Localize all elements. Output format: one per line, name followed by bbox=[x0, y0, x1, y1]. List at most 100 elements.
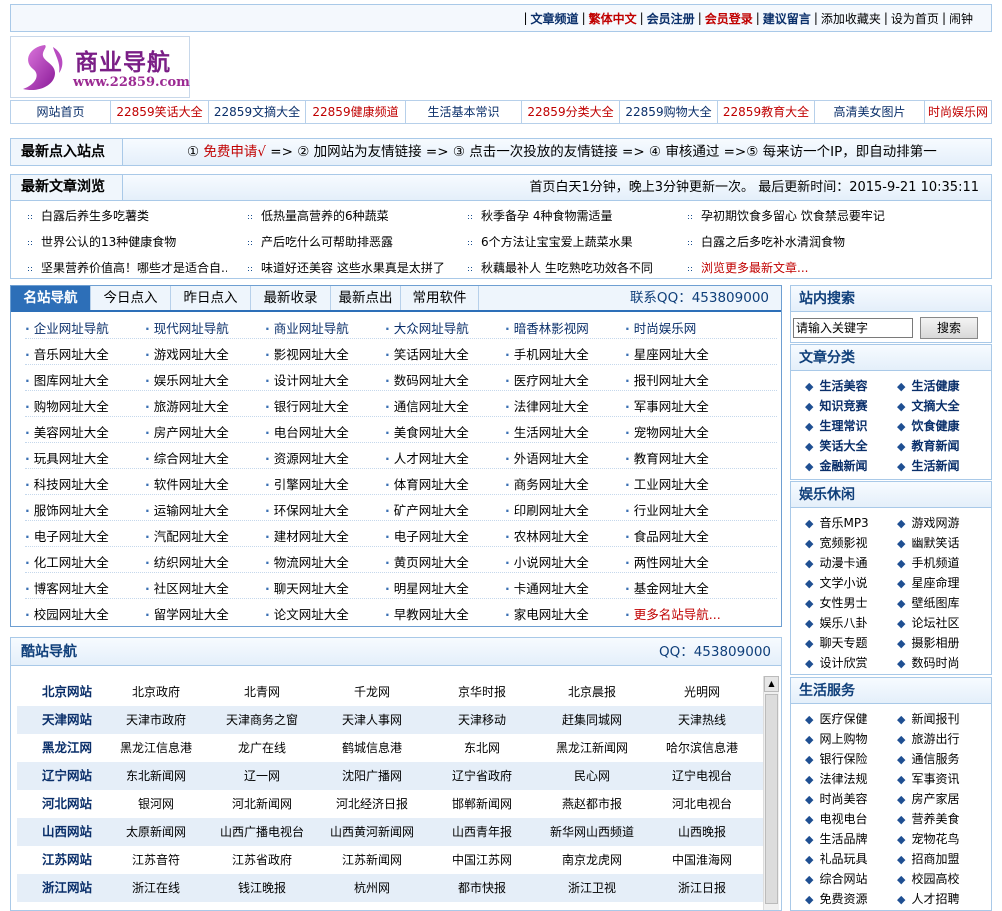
side-link[interactable]: 银行保险 bbox=[805, 750, 867, 767]
site-link[interactable]: 游戏网址大全 bbox=[145, 344, 229, 363]
site-link[interactable]: 现代网址导航 bbox=[145, 318, 229, 337]
side-link[interactable]: 设计欣赏 bbox=[805, 654, 867, 671]
cool-site-link[interactable]: 龙广在线 bbox=[207, 734, 317, 762]
cool-site-link[interactable]: 哈尔滨信息港 bbox=[647, 734, 757, 762]
cool-site-link[interactable]: 天津市政府 bbox=[101, 706, 211, 734]
site-link[interactable]: 美食网址大全 bbox=[385, 422, 469, 441]
side-link[interactable]: 星座命理 bbox=[897, 574, 959, 591]
site-link[interactable]: 房产网址大全 bbox=[145, 422, 229, 441]
side-link[interactable]: 新闻报刊 bbox=[897, 710, 959, 727]
side-link[interactable]: 校园高校 bbox=[897, 870, 959, 887]
site-link[interactable]: 手机网址大全 bbox=[505, 344, 589, 363]
scroll-up-icon[interactable]: ▲ bbox=[764, 676, 779, 692]
side-link[interactable]: 旅游出行 bbox=[897, 730, 959, 747]
side-link[interactable]: 知识竞赛 bbox=[805, 397, 867, 414]
side-link[interactable]: 营养美食 bbox=[897, 810, 959, 827]
side-link[interactable]: 生理常识 bbox=[805, 417, 867, 434]
article-link[interactable]: 秋藕最补人 生吃熟吃功效各不同 bbox=[467, 259, 667, 276]
site-link[interactable]: 美容网址大全 bbox=[25, 422, 109, 441]
side-link[interactable]: 时尚美容 bbox=[805, 790, 867, 807]
site-link[interactable]: 明星网址大全 bbox=[385, 578, 469, 597]
side-link[interactable]: 医疗保健 bbox=[805, 710, 867, 727]
site-link[interactable]: 娱乐网址大全 bbox=[145, 370, 229, 389]
site-link[interactable]: 行业网址大全 bbox=[625, 500, 709, 519]
side-link[interactable]: 法律法规 bbox=[805, 770, 867, 787]
site-link[interactable]: 农林网址大全 bbox=[505, 526, 589, 545]
cool-site-link[interactable]: 燕赵都市报 bbox=[537, 790, 647, 818]
cool-site-link[interactable]: 沈阳广播网 bbox=[317, 762, 427, 790]
top-link[interactable]: 设为首页 bbox=[891, 10, 939, 27]
site-link[interactable]: 银行网址大全 bbox=[265, 396, 349, 415]
side-link[interactable]: 生活品牌 bbox=[805, 830, 867, 847]
top-link[interactable]: 闹钟 bbox=[949, 10, 973, 27]
nav-item[interactable]: 网站首页 bbox=[11, 101, 111, 123]
site-link[interactable]: 汽配网址大全 bbox=[145, 526, 229, 545]
cool-site-link[interactable]: 江苏新闻网 bbox=[317, 846, 427, 874]
site-link[interactable]: 化工网址大全 bbox=[25, 552, 109, 571]
cool-site-link[interactable]: 东北新闻网 bbox=[101, 762, 211, 790]
side-link[interactable]: 游戏网游 bbox=[897, 514, 959, 531]
site-link[interactable]: 星座网址大全 bbox=[625, 344, 709, 363]
article-link[interactable]: 秋季备孕 4种食物需适量 bbox=[467, 207, 667, 224]
site-link[interactable]: 建材网址大全 bbox=[265, 526, 349, 545]
cool-site-link[interactable]: 山西广播电视台 bbox=[207, 818, 317, 846]
site-link[interactable]: 工业网址大全 bbox=[625, 474, 709, 493]
site-link[interactable]: 教育网址大全 bbox=[625, 448, 709, 467]
cool-site-link[interactable]: 山西晚报 bbox=[647, 818, 757, 846]
top-link[interactable]: 会员注册 bbox=[647, 10, 695, 27]
site-link[interactable]: 矿产网址大全 bbox=[385, 500, 469, 519]
site-link[interactable]: 早教网址大全 bbox=[385, 604, 469, 623]
article-link[interactable]: 白露之后多吃补水清润食物 bbox=[687, 233, 887, 250]
side-link[interactable]: 论坛社区 bbox=[897, 614, 959, 631]
cool-site-link[interactable]: 天津人事网 bbox=[317, 706, 427, 734]
site-link[interactable]: 外语网址大全 bbox=[505, 448, 589, 467]
cool-site-link[interactable]: 千龙网 bbox=[317, 678, 427, 706]
site-link[interactable]: 玩具网址大全 bbox=[25, 448, 109, 467]
nav-item[interactable]: 高清美女图片 bbox=[815, 101, 925, 123]
cool-site-link[interactable]: 浙江日报 bbox=[647, 874, 757, 902]
side-link[interactable]: 宽频影视 bbox=[805, 534, 867, 551]
side-link[interactable]: 饮食健康 bbox=[897, 417, 959, 434]
site-link[interactable]: 影视网址大全 bbox=[265, 344, 349, 363]
cool-site-link[interactable]: 钱江晚报 bbox=[207, 874, 317, 902]
side-link[interactable]: 生活新闻 bbox=[897, 457, 959, 474]
side-link[interactable]: 综合网站 bbox=[805, 870, 867, 887]
site-link[interactable]: 设计网址大全 bbox=[265, 370, 349, 389]
site-link[interactable]: 资源网址大全 bbox=[265, 448, 349, 467]
cool-site-link[interactable]: 赶集同城网 bbox=[537, 706, 647, 734]
site-link[interactable]: 纺织网址大全 bbox=[145, 552, 229, 571]
article-link[interactable]: 世界公认的13种健康食物 bbox=[27, 233, 227, 250]
site-link[interactable]: 黄页网址大全 bbox=[385, 552, 469, 571]
cool-site-link[interactable]: 天津商务之窗 bbox=[207, 706, 317, 734]
site-link[interactable]: 电子网址大全 bbox=[25, 526, 109, 545]
side-link[interactable]: 人才招聘 bbox=[897, 890, 959, 907]
article-link[interactable]: 坚果营养价值高！哪些才是适合自... bbox=[27, 259, 227, 276]
site-link[interactable]: 家电网址大全 bbox=[505, 604, 589, 623]
site-link[interactable]: 大众网址导航 bbox=[385, 318, 469, 337]
site-link[interactable]: 服饰网址大全 bbox=[25, 500, 109, 519]
side-link[interactable]: 女性男士 bbox=[805, 594, 867, 611]
site-link[interactable]: 报刊网址大全 bbox=[625, 370, 709, 389]
site-link[interactable]: 综合网址大全 bbox=[145, 448, 229, 467]
site-link[interactable]: 科技网址大全 bbox=[25, 474, 109, 493]
side-link[interactable]: 数码时尚 bbox=[897, 654, 959, 671]
tab-5[interactable]: 常用软件 bbox=[401, 286, 479, 310]
site-link[interactable]: 宠物网址大全 bbox=[625, 422, 709, 441]
side-link[interactable]: 网上购物 bbox=[805, 730, 867, 747]
article-link[interactable]: 白露后养生多吃薯类 bbox=[27, 207, 227, 224]
side-link[interactable]: 房产家居 bbox=[897, 790, 959, 807]
side-link[interactable]: 招商加盟 bbox=[897, 850, 959, 867]
side-link[interactable]: 笑话大全 bbox=[805, 437, 867, 454]
site-link[interactable]: 小说网址大全 bbox=[505, 552, 589, 571]
side-link[interactable]: 军事资讯 bbox=[897, 770, 959, 787]
top-link[interactable]: 文章频道 bbox=[531, 10, 579, 27]
cool-site-link[interactable]: 黑龙江信息港 bbox=[101, 734, 211, 762]
site-link[interactable]: 通信网址大全 bbox=[385, 396, 469, 415]
cool-site-link[interactable]: 河北经济日报 bbox=[317, 790, 427, 818]
side-link[interactable]: 壁纸图库 bbox=[897, 594, 959, 611]
tab-2[interactable]: 昨日点入 bbox=[171, 286, 251, 310]
cool-site-link[interactable]: 浙江卫视 bbox=[537, 874, 647, 902]
cool-site-link[interactable]: 天津热线 bbox=[647, 706, 757, 734]
site-link[interactable]: 医疗网址大全 bbox=[505, 370, 589, 389]
nav-item[interactable]: 生活基本常识 bbox=[406, 101, 522, 123]
